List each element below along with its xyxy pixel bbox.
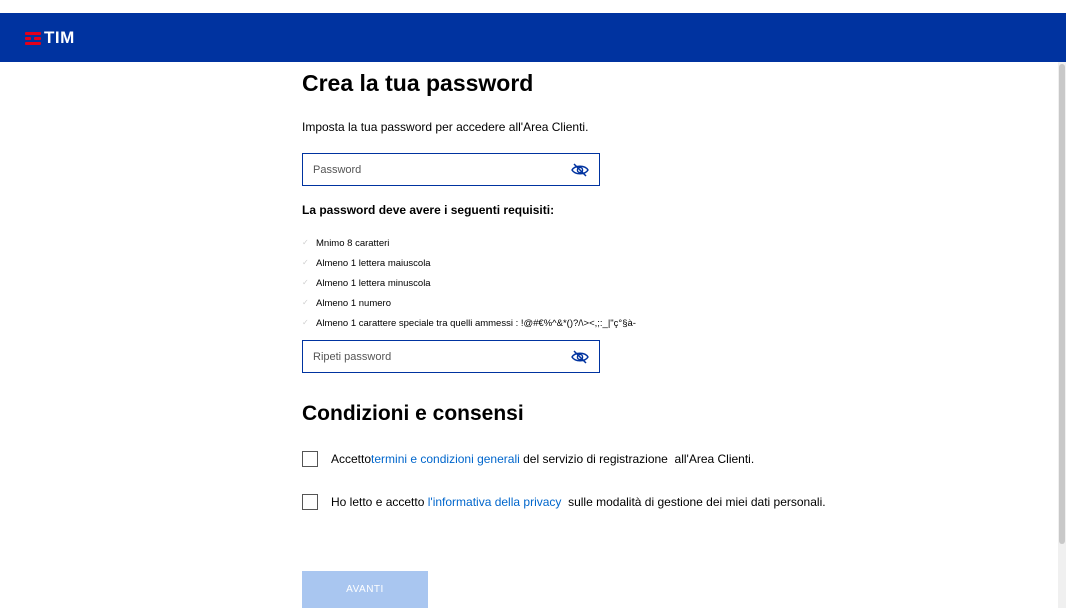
repeat-password-input[interactable]: [313, 349, 553, 365]
terms-checkbox[interactable]: [302, 451, 318, 467]
terms-prefix: Accetto: [331, 452, 372, 466]
next-button[interactable]: AVANTI: [302, 571, 428, 608]
check-icon: ✓: [302, 258, 309, 267]
terms-link[interactable]: termini e condizioni generali: [371, 452, 520, 466]
scrollbar-thumb[interactable]: [1059, 64, 1065, 544]
requirements-list: ✓ Mnimo 8 caratteri ✓ Almeno 1 lettera mai…: [302, 233, 636, 333]
header-bar: TIM: [0, 13, 1066, 62]
terms-suffix: del servizio di registrazione all'Area C…: [519, 452, 755, 466]
eye-slash-icon[interactable]: [571, 349, 589, 365]
check-icon: ✓: [302, 238, 309, 247]
terms-consent: Accetto termini e condizioni generali de…: [302, 451, 754, 467]
privacy-checkbox[interactable]: [302, 494, 318, 510]
consents-title: Condizioni e consensi: [302, 402, 524, 425]
repeat-password-field[interactable]: [302, 340, 600, 373]
check-icon: ✓: [302, 278, 309, 287]
eye-slash-icon[interactable]: [571, 162, 589, 178]
requirement-item: ✓ Mnimo 8 caratteri: [302, 237, 390, 249]
privacy-consent: Ho letto e accetto l'informativa della p…: [302, 494, 826, 510]
privacy-prefix: Ho letto e accetto: [331, 495, 428, 509]
privacy-suffix: sulle modalità di gestione dei miei dati…: [561, 495, 826, 509]
password-input[interactable]: [313, 162, 553, 178]
logo-text: TIM: [44, 28, 75, 47]
tim-logo[interactable]: TIM: [25, 28, 75, 47]
requirement-item: ✓ Almeno 1 numero: [302, 297, 391, 309]
check-icon: ✓: [302, 298, 309, 307]
requirement-item: ✓ Almeno 1 lettera maiuscola: [302, 257, 431, 269]
requirement-item: ✓ Almeno 1 carattere speciale tra quelli …: [302, 317, 636, 329]
requirement-item: ✓ Almeno 1 lettera minuscola: [302, 277, 431, 289]
page-title: Crea la tua password: [302, 70, 534, 96]
requirements-title: La password deve avere i seguenti requis…: [302, 203, 555, 217]
tim-logo-icon: [25, 31, 41, 45]
check-icon: ✓: [302, 318, 309, 327]
password-field[interactable]: [302, 153, 600, 186]
page-subtitle: Imposta la tua password per accedere all…: [302, 120, 589, 134]
privacy-link[interactable]: l'informativa della privacy: [428, 495, 562, 509]
